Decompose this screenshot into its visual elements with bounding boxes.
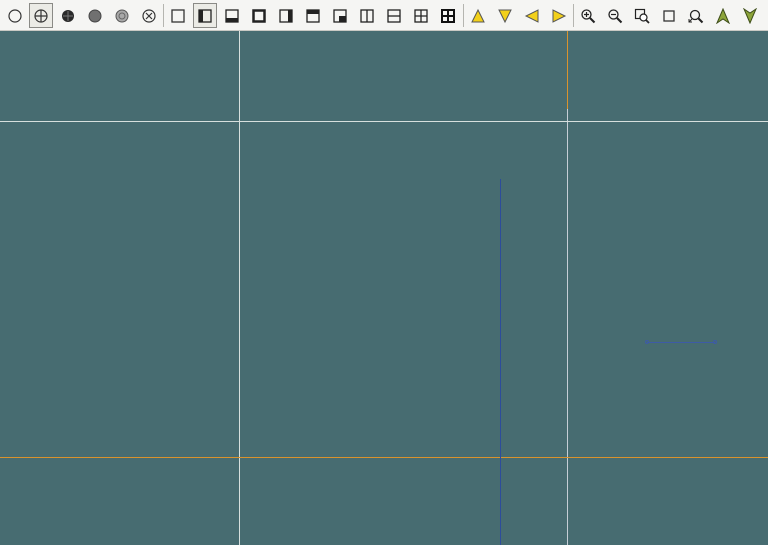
arrow-up-green-icon[interactable]	[711, 3, 735, 28]
crosshair-circle-icon[interactable]	[29, 3, 53, 28]
square-small-icon[interactable]	[657, 3, 681, 28]
zoom-window-icon[interactable]	[630, 3, 654, 28]
x-circle-icon[interactable]	[137, 3, 161, 28]
quad-grid-bold-icon[interactable]	[436, 3, 460, 28]
triangle-up-icon[interactable]	[466, 3, 490, 28]
circle-outline-icon[interactable]	[3, 3, 27, 28]
solid-dot-icon[interactable]	[56, 3, 80, 28]
horizontal-split-icon[interactable]	[382, 3, 406, 28]
vertical-orange-guide	[567, 31, 568, 109]
left-half-square-icon[interactable]	[193, 3, 217, 28]
top-half-square-icon[interactable]	[301, 3, 325, 28]
bottom-right-square-icon[interactable]	[328, 3, 352, 28]
blue-horizontal-segment[interactable]	[645, 340, 717, 344]
horizontal-guide-line	[0, 121, 768, 122]
zoom-extents-icon[interactable]	[684, 3, 708, 28]
blue-vertical-line[interactable]	[500, 179, 501, 545]
square-outline-icon[interactable]	[166, 3, 190, 28]
vertical-split-icon[interactable]	[355, 3, 379, 28]
zoom-out-icon[interactable]	[603, 3, 627, 28]
gray-sphere-icon[interactable]	[83, 3, 107, 28]
vertical-guide-line	[239, 31, 240, 545]
horizontal-orange-guide	[0, 457, 768, 458]
zoom-in-icon[interactable]	[576, 3, 600, 28]
quad-grid-icon[interactable]	[409, 3, 433, 28]
triangle-left-icon[interactable]	[520, 3, 544, 28]
light-sphere-icon[interactable]	[110, 3, 134, 28]
viewport-toolbar	[0, 0, 768, 31]
arrow-down-green-icon[interactable]	[738, 3, 762, 28]
right-half-square-icon[interactable]	[274, 3, 298, 28]
triangle-right-icon[interactable]	[547, 3, 571, 28]
thick-square-icon[interactable]	[247, 3, 271, 28]
bottom-half-square-icon[interactable]	[220, 3, 244, 28]
triangle-down-icon[interactable]	[493, 3, 517, 28]
drawing-viewport[interactable]	[0, 31, 768, 545]
